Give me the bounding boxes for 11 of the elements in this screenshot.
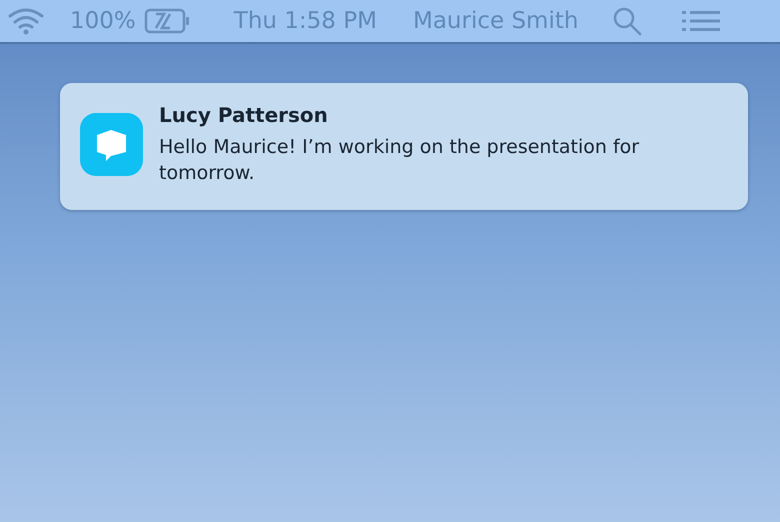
user-name[interactable]: Maurice Smith <box>412 4 578 38</box>
wifi-icon[interactable] <box>6 6 46 36</box>
clock[interactable]: Thu 1:58 PM <box>234 4 377 38</box>
battery-percentage: 100% <box>70 6 136 36</box>
message-text: Hello Maurice! I’m working on the presentation for tomorrow. <box>159 135 640 186</box>
chat-bubble-app-icon <box>80 113 143 176</box>
notification-card[interactable]: Lucy Patterson Hello Maurice! I’m working on the presentation for tomorrow. <box>60 83 748 210</box>
battery-charging-icon[interactable] <box>144 8 192 34</box>
menu-icon[interactable] <box>682 9 720 33</box>
search-icon[interactable] <box>612 6 642 36</box>
sender-name: Lucy Patterson <box>159 103 329 127</box>
